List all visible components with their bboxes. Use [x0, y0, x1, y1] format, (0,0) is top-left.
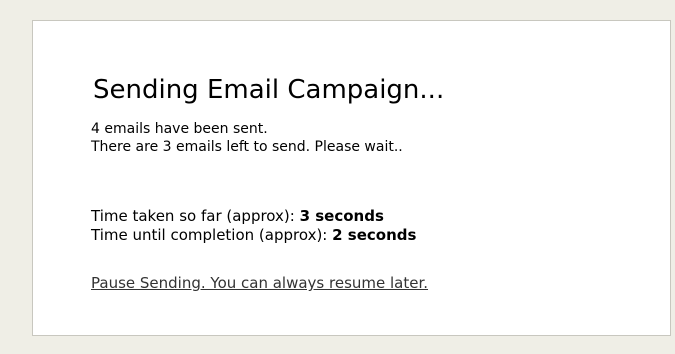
- page-title: Sending Email Campaign...: [93, 75, 445, 105]
- time-remaining-row: Time until completion (approx): 2 second…: [91, 226, 416, 245]
- timing-info: Time taken so far (approx): 3 seconds Ti…: [91, 207, 416, 245]
- emails-remaining-text: There are 3 emails left to send. Please …: [91, 139, 403, 155]
- pause-sending-link[interactable]: Pause Sending. You can always resume lat…: [91, 274, 428, 293]
- time-remaining-value: 2 seconds: [332, 226, 417, 244]
- send-status: 4 emails have been sent. There are 3 ema…: [91, 120, 403, 156]
- time-remaining-label: Time until completion (approx):: [91, 226, 328, 244]
- time-taken-label: Time taken so far (approx):: [91, 207, 295, 225]
- sending-panel: Sending Email Campaign... 4 emails have …: [32, 20, 671, 336]
- time-taken-value: 3 seconds: [299, 207, 384, 225]
- time-taken-row: Time taken so far (approx): 3 seconds: [91, 207, 416, 226]
- emails-sent-text: 4 emails have been sent.: [91, 121, 268, 137]
